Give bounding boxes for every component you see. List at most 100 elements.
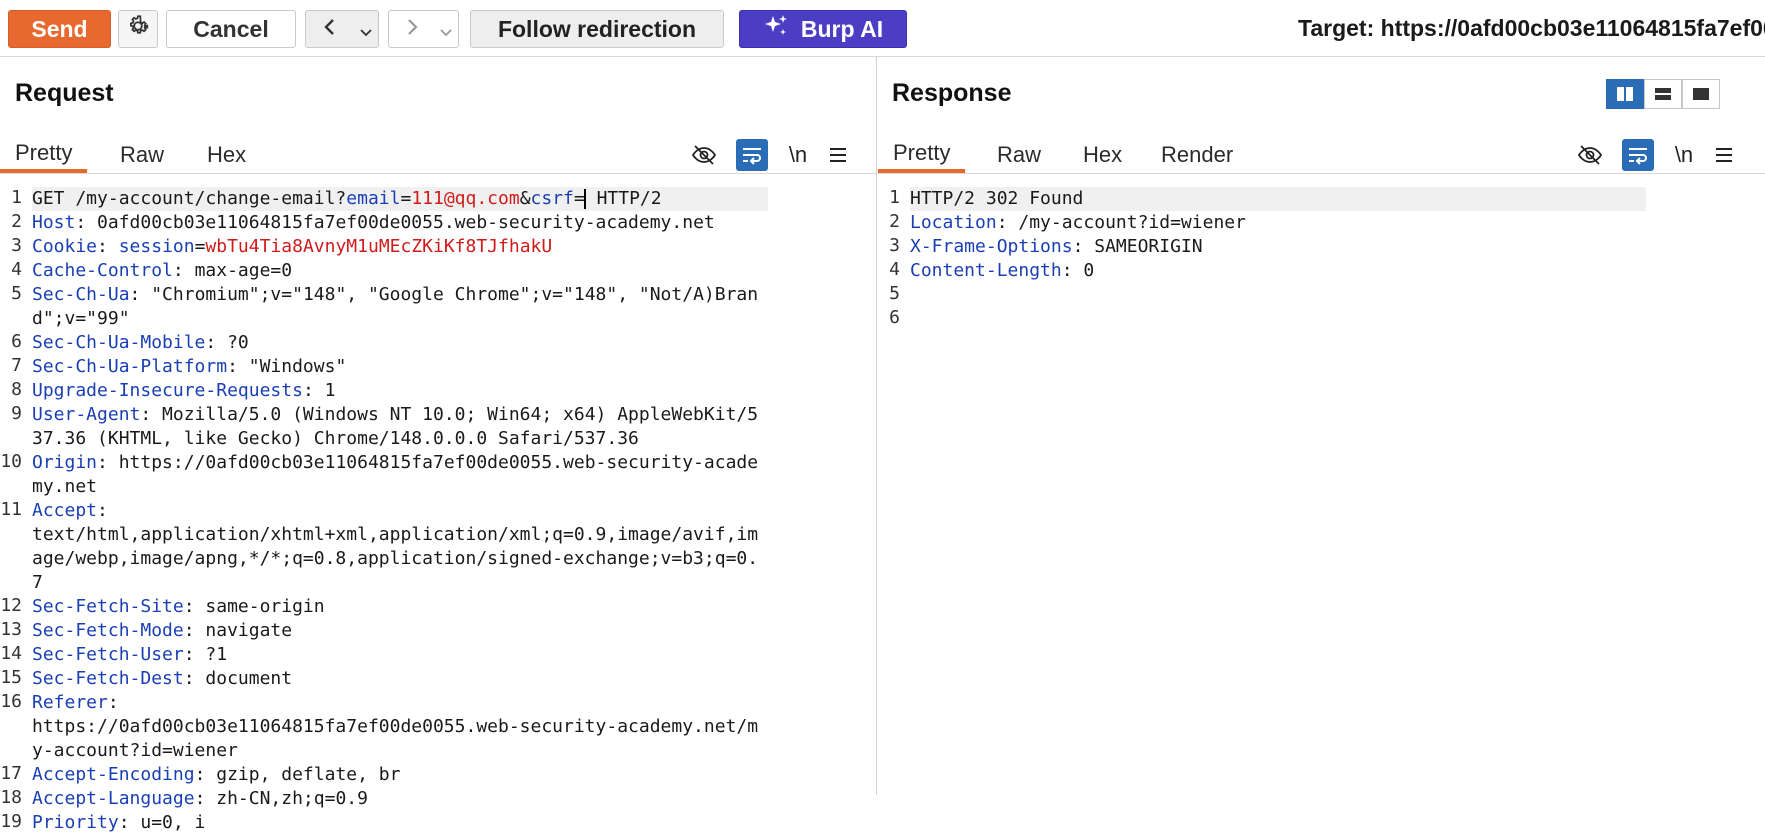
code-text: : https://0afd00cb03e11064815fa7ef00de00… — [32, 692, 759, 761]
editor-line[interactable]: 4 Cache-Control: max-age=0 — [0, 259, 876, 283]
request-tab-raw[interactable]: Raw — [105, 137, 179, 173]
editor-line[interactable]: 2 Host: 0afd00cb03e11064815fa7ef00de0055.… — [0, 211, 876, 235]
back-button[interactable] — [305, 10, 354, 48]
layout-toggle — [1606, 79, 1720, 109]
line-content: HTTP/2 302 Found — [910, 187, 1646, 211]
line-number: 3 — [889, 235, 900, 256]
editor-line[interactable]: 1 HTTP/2 302 Found — [878, 187, 1765, 211]
editor-line[interactable]: 2 Location: /my-account?id=wiener — [878, 211, 1765, 235]
editor-line[interactable]: 17 Accept-Encoding: gzip, deflate, br — [0, 763, 876, 787]
editor-line[interactable]: 3 Cookie: session=wbTu4Tia8AvnyM1uMEcZKiK… — [0, 235, 876, 259]
burp-ai-button[interactable]: Burp AI — [739, 10, 907, 48]
header-key: User-Agent — [32, 404, 141, 425]
newline-toggle[interactable]: \n — [1668, 139, 1700, 171]
newline-label: \n — [788, 142, 808, 167]
code-text: = — [194, 236, 206, 257]
forward-history-dropdown[interactable] — [434, 10, 459, 48]
eye-off-icon[interactable] — [688, 139, 720, 171]
editor-line[interactable]: 18 Accept-Language: zh-CN,zh;q=0.9 — [0, 787, 876, 811]
split-vertical-icon[interactable] — [1606, 79, 1644, 109]
wrap-icon[interactable] — [1622, 139, 1654, 171]
header-key: Sec-Fetch-Dest — [32, 668, 184, 689]
split-horizontal-icon[interactable] — [1644, 79, 1682, 109]
param-value: 111@qq.com — [411, 188, 520, 209]
editor-line[interactable]: 4 Content-Length: 0 — [878, 259, 1765, 283]
header-key: Sec-Fetch-User — [32, 644, 184, 665]
target-label[interactable]: Target: https://0afd00cb03e11064815fa7ef… — [1298, 15, 1765, 42]
code-text: : navigate — [183, 620, 293, 641]
header-key: Referer — [32, 692, 108, 713]
settings-button[interactable] — [118, 10, 158, 48]
line-content: Priority: u=0, i — [32, 811, 768, 835]
header-key: Priority — [32, 812, 119, 833]
newline-toggle[interactable]: \n — [782, 139, 814, 171]
editor-line[interactable]: 12 Sec-Fetch-Site: same-origin — [0, 595, 876, 619]
chevron-right-icon — [404, 16, 420, 43]
response-tab-raw[interactable]: Raw — [982, 137, 1056, 173]
editor-line[interactable]: 5 Sec-Ch-Ua: "Chromium";v="148", "Google … — [0, 283, 876, 331]
editor-line[interactable]: 7 Sec-Ch-Ua-Platform: "Windows" — [0, 355, 876, 379]
request-tab-pretty[interactable]: Pretty — [0, 137, 88, 173]
single-pane-icon[interactable] — [1682, 79, 1720, 109]
editor-line[interactable]: 6 — [878, 307, 1765, 331]
editor-line[interactable]: 6 Sec-Ch-Ua-Mobile: ?0 — [0, 331, 876, 355]
request-tab-hex[interactable]: Hex — [192, 137, 261, 173]
back-history-dropdown[interactable] — [353, 10, 379, 48]
header-key: Location — [910, 212, 997, 233]
code-text: : max-age=0 — [172, 260, 293, 281]
editor-line[interactable]: 1 GET /my-account/change-email?email=111@… — [0, 187, 876, 211]
line-number: 16 — [0, 691, 22, 712]
line-content: X-Frame-Options: SAMEORIGIN — [910, 235, 1646, 259]
send-button[interactable]: Send — [8, 10, 111, 48]
line-number: 1 — [11, 187, 22, 208]
editor-line[interactable]: 3 X-Frame-Options: SAMEORIGIN — [878, 235, 1765, 259]
cancel-label: Cancel — [193, 15, 269, 42]
request-editor[interactable]: 1 GET /my-account/change-email?email=111@… — [0, 187, 876, 833]
response-tab-pretty[interactable]: Pretty — [878, 137, 966, 173]
line-content: Sec-Fetch-User: ?1 — [32, 643, 768, 667]
header-key: Content-Length — [910, 260, 1062, 281]
code-text: HTTP/2 302 Found — [910, 188, 1084, 209]
follow-redirection-button[interactable]: Follow redirection — [470, 10, 724, 48]
forward-button[interactable] — [388, 10, 435, 48]
tab-label: Pretty — [15, 140, 73, 165]
code-text: : Mozilla/5.0 (Windows NT 10.0; Win64; x… — [32, 404, 759, 449]
editor-line[interactable]: 16 Referer: https://0afd00cb03e11064815fa… — [0, 691, 876, 763]
editor-line[interactable]: 15 Sec-Fetch-Dest: document — [0, 667, 876, 691]
request-title: Request — [15, 79, 114, 107]
editor-line[interactable]: 14 Sec-Fetch-User: ?1 — [0, 643, 876, 667]
line-number: 6 — [11, 331, 22, 352]
editor-line[interactable]: 9 User-Agent: Mozilla/5.0 (Windows NT 10.… — [0, 403, 876, 451]
response-editor[interactable]: 1 HTTP/2 302 Found 2 Location: /my-account?… — [878, 187, 1765, 795]
editor-line[interactable]: 19 Priority: u=0, i — [0, 811, 876, 835]
code-text: : u=0, i — [118, 812, 206, 833]
line-content: Cookie: session=wbTu4Tia8AvnyM1uMEcZKiKf… — [32, 235, 768, 259]
newline-label: \n — [1674, 142, 1694, 167]
menu-icon[interactable] — [1708, 139, 1740, 171]
line-content: Sec-Ch-Ua: "Chromium";v="148", "Google C… — [32, 283, 768, 331]
code-text: : text/html,application/xhtml+xml,applic… — [32, 500, 759, 593]
cancel-button[interactable]: Cancel — [166, 10, 296, 48]
editor-line[interactable]: 5 — [878, 283, 1765, 307]
line-content: Referer: https://0afd00cb03e11064815fa7e… — [32, 691, 768, 763]
editor-line[interactable]: 11 Accept: text/html,application/xhtml+xm… — [0, 499, 876, 595]
chevron-left-icon — [322, 16, 338, 43]
editor-line[interactable]: 8 Upgrade-Insecure-Requests: 1 — [0, 379, 876, 403]
eye-off-icon[interactable] — [1574, 139, 1606, 171]
burp-ai-label: Burp AI — [800, 15, 884, 42]
target-container: Target: https://0afd00cb03e11064815fa7ef… — [1290, 0, 1765, 56]
editor-line[interactable]: 13 Sec-Fetch-Mode: navigate — [0, 619, 876, 643]
header-key: Upgrade-Insecure-Requests — [32, 380, 303, 401]
header-key: Accept-Language — [32, 788, 195, 809]
response-tab-hex[interactable]: Hex — [1068, 137, 1137, 173]
code-text: : "Windows" — [227, 356, 347, 377]
wrap-icon[interactable] — [736, 139, 768, 171]
editor-line[interactable]: 10 Origin: https://0afd00cb03e11064815fa7… — [0, 451, 876, 499]
follow-redirection-label: Follow redirection — [497, 15, 697, 42]
response-tab-render[interactable]: Render — [1146, 137, 1248, 173]
menu-icon[interactable] — [822, 139, 854, 171]
line-number: 8 — [11, 379, 22, 400]
line-content: Host: 0afd00cb03e11064815fa7ef00de0055.w… — [32, 211, 768, 235]
param-value: wbTu4Tia8AvnyM1uMEcZKiKf8TJfhakU — [205, 236, 553, 257]
code-text: GET /my-account/change-email? — [32, 188, 347, 209]
